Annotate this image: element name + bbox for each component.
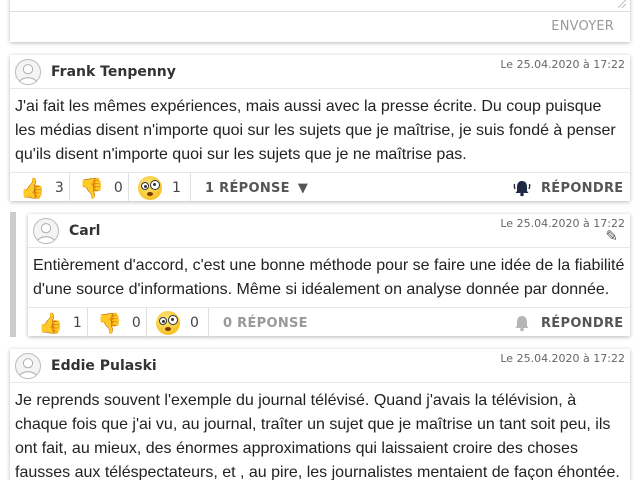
comment-date: Le 25.04.2020 à 17:22 <box>500 58 625 71</box>
comment-line: J'ai fait les mêmes expériences, mais au… <box>15 98 602 115</box>
chevron-down-icon: ▼ <box>297 180 309 196</box>
bell-icon <box>513 181 531 197</box>
comment-body: Entièrement d'accord, c'est une bonne mé… <box>33 254 625 302</box>
dislike-count: 0 <box>113 180 123 196</box>
comment-body: Je reprends souvent l'exemple du journal… <box>15 389 625 480</box>
wow-face-icon <box>138 176 162 200</box>
comment-line: chaque fois que j'ai vu, au journal, tra… <box>15 416 611 433</box>
like-button[interactable]: 👍 3 <box>20 173 64 203</box>
comment-line: qu'ils disent n'importe quoi sur les suj… <box>15 146 467 163</box>
dislike-count: 0 <box>131 315 141 331</box>
reply-form: ENVOYER <box>10 0 630 42</box>
thumbs-down-icon: 👎 <box>97 311 122 335</box>
comment-body: J'ai fait les mêmes expériences, mais au… <box>15 95 625 167</box>
like-button[interactable]: 👍 1 <box>38 308 82 338</box>
comment-line: Je reprends souvent l'exemple du journal… <box>15 392 577 409</box>
replies-count-label: 0 RÉPONSE <box>223 315 308 331</box>
replies-toggle[interactable]: 1 RÉPONSE ▼ <box>205 173 308 203</box>
comment-card: Frank Tenpenny Le 25.04.2020 à 17:22 J'a… <box>10 55 630 203</box>
edit-icon[interactable]: ✎ <box>605 227 618 245</box>
comment-card: Eddie Pulaski Le 25.04.2020 à 17:22 Je r… <box>10 349 630 480</box>
avatar[interactable] <box>15 353 41 379</box>
comment-line: fausses aux téléspectateurs, et , au pir… <box>15 464 620 480</box>
comment-header: Carl Le 25.04.2020 à 17:22 ✎ <box>28 214 630 248</box>
resize-handle[interactable] <box>618 0 626 8</box>
wow-face-icon <box>156 311 180 335</box>
author-name[interactable]: Frank Tenpenny <box>51 64 176 80</box>
reply-button[interactable]: RÉPONDRE <box>513 308 623 338</box>
bell-icon <box>515 316 529 332</box>
comment-line: les médias disent n'importe quoi sur les… <box>15 122 616 139</box>
avatar[interactable] <box>33 218 59 244</box>
comment-header: Eddie Pulaski Le 25.04.2020 à 17:22 <box>10 349 630 383</box>
reply-button[interactable]: RÉPONDRE <box>513 173 623 203</box>
comment-date: Le 25.04.2020 à 17:22 <box>500 352 625 365</box>
reply-label: RÉPONDRE <box>541 315 624 331</box>
comment-line: d'une source d'informations. Même si idé… <box>33 281 610 298</box>
replies-toggle: 0 RÉPONSE <box>223 308 308 338</box>
reply-label: RÉPONDRE <box>541 180 624 196</box>
comment-line: Entièrement d'accord, c'est une bonne mé… <box>33 257 625 274</box>
thumbs-up-icon: 👍 <box>38 311 63 335</box>
author-name[interactable]: Carl <box>69 223 100 239</box>
comment-actions: 👍 3 👎 0 1 1 RÉPONSE ▼ RÉPONDRE <box>10 172 630 203</box>
like-count: 3 <box>54 180 64 196</box>
like-count: 1 <box>72 315 82 331</box>
dislike-button[interactable]: 👎 0 <box>97 308 141 338</box>
reply-comment-card: Carl Le 25.04.2020 à 17:22 ✎ Entièrement… <box>28 214 630 338</box>
author-name[interactable]: Eddie Pulaski <box>51 358 157 374</box>
wow-count: 0 <box>190 315 199 331</box>
comment-line: ont fait, au mieux, des énormes approxim… <box>15 440 578 457</box>
thumbs-down-icon: 👎 <box>79 176 104 200</box>
thumbs-up-icon: 👍 <box>20 176 45 200</box>
dislike-button[interactable]: 👎 0 <box>79 173 123 203</box>
avatar[interactable] <box>15 59 41 85</box>
replies-count-label: 1 RÉPONSE <box>205 180 290 196</box>
wow-button[interactable]: 1 <box>138 173 181 203</box>
comment-textarea[interactable] <box>10 0 630 12</box>
wow-button[interactable]: 0 <box>156 308 199 338</box>
comment-header: Frank Tenpenny Le 25.04.2020 à 17:22 <box>10 55 630 89</box>
send-button[interactable]: ENVOYER <box>551 19 614 34</box>
thread-indent-bar <box>10 212 16 337</box>
wow-count: 1 <box>172 180 181 196</box>
comment-actions: 👍 1 👎 0 0 0 RÉPONSE RÉPONDRE <box>28 307 630 338</box>
